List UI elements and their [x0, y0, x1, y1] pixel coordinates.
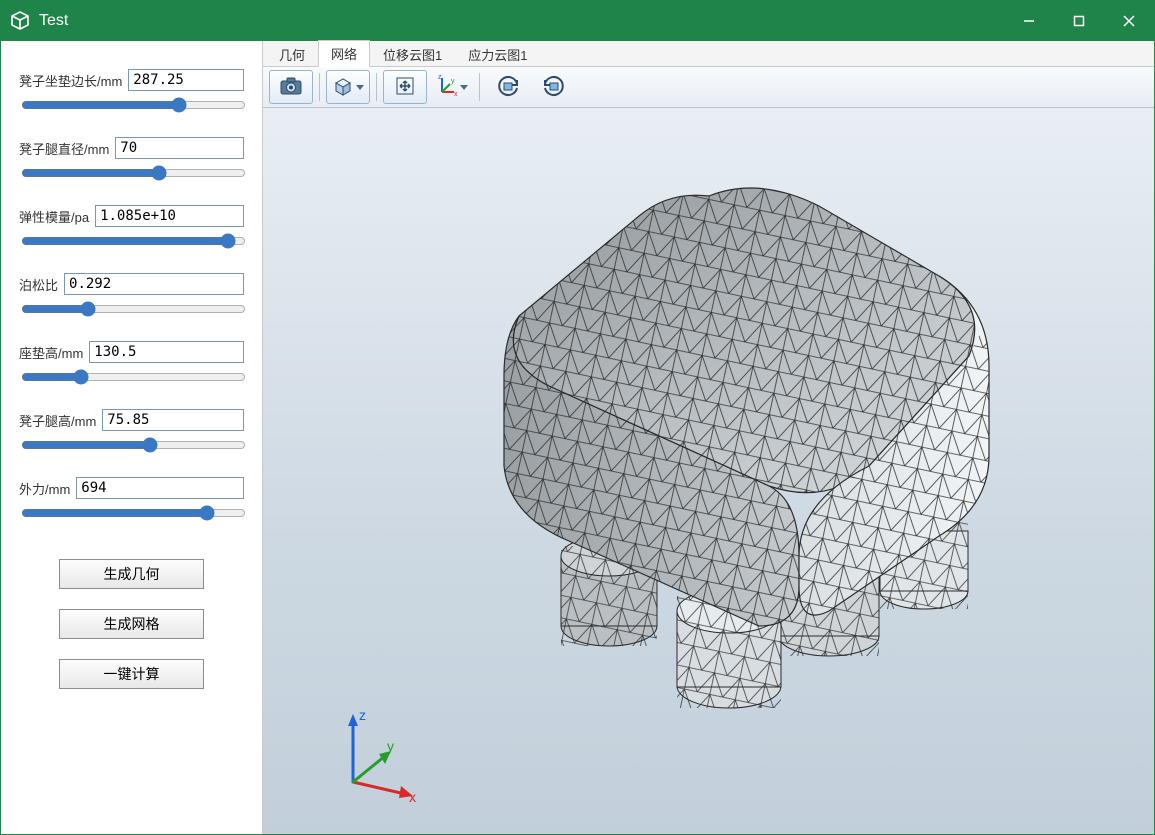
fit-icon: [395, 76, 415, 99]
main-area: 几何 网络 位移云图1 应力云图1: [263, 41, 1154, 834]
param-seat-height: 座垫高/mm: [19, 341, 244, 387]
param-leg-diameter: 凳子腿直径/mm: [19, 137, 244, 183]
window-title: Test: [39, 12, 68, 30]
param-label: 座垫高/mm: [19, 343, 83, 362]
3d-viewport[interactable]: z y x: [263, 108, 1154, 834]
mesh-model: [399, 156, 1019, 756]
titlebar: Test: [1, 1, 1154, 41]
param-poisson-ratio: 泊松比: [19, 273, 244, 319]
tab-stress[interactable]: 应力云图1: [455, 41, 540, 67]
view-cube-button[interactable]: [326, 70, 370, 104]
param-slider-elastic-modulus[interactable]: [21, 233, 246, 249]
app-window: Test 凳子坐垫边长/mm 凳子腿直径/mm: [0, 0, 1155, 835]
param-input-leg-height[interactable]: [102, 409, 244, 431]
axis-icon: z y x: [434, 74, 458, 101]
param-label: 弹性模量/pa: [19, 207, 89, 226]
minimize-button[interactable]: [1004, 1, 1054, 41]
viewport-toolbar: z y x: [263, 67, 1154, 108]
chevron-down-icon: [460, 85, 468, 90]
axis-triad-button[interactable]: z y x: [429, 70, 473, 104]
cube-icon: [332, 75, 354, 100]
param-seat-edge: 凳子坐垫边长/mm: [19, 69, 244, 115]
tab-displacement[interactable]: 位移云图1: [370, 41, 455, 67]
param-input-elastic-modulus[interactable]: [95, 205, 244, 227]
svg-text:x: x: [454, 91, 458, 98]
param-input-seat-edge[interactable]: [128, 69, 244, 91]
param-label: 泊松比: [19, 275, 58, 294]
svg-text:z: z: [438, 74, 442, 81]
rotate-ccw-button[interactable]: [486, 70, 530, 104]
svg-text:y: y: [451, 78, 455, 85]
param-elastic-modulus: 弹性模量/pa: [19, 205, 244, 251]
tab-bar: 几何 网络 位移云图1 应力云图1: [263, 41, 1154, 67]
param-label: 外力/mm: [19, 479, 70, 498]
param-slider-leg-diameter[interactable]: [21, 165, 246, 181]
app-icon: [9, 10, 31, 32]
chevron-down-icon: [356, 85, 364, 90]
param-label: 凳子坐垫边长/mm: [19, 71, 122, 90]
rotate-cw-icon: [541, 74, 567, 101]
camera-icon: [280, 77, 302, 98]
parameter-panel: 凳子坐垫边长/mm 凳子腿直径/mm 弹性模量/pa: [1, 41, 263, 834]
param-label: 凳子腿直径/mm: [19, 139, 109, 158]
param-force: 外力/mm: [19, 477, 244, 523]
param-leg-height: 凳子腿高/mm: [19, 409, 244, 455]
param-input-seat-height[interactable]: [89, 341, 244, 363]
screenshot-button[interactable]: [269, 70, 313, 104]
axis-y-label: y: [387, 738, 394, 754]
axis-triad: z y x: [323, 704, 423, 804]
compute-button[interactable]: 一键计算: [59, 659, 204, 689]
tab-mesh[interactable]: 网络: [318, 40, 370, 67]
fit-view-button[interactable]: [383, 70, 427, 104]
param-slider-leg-height[interactable]: [21, 437, 246, 453]
maximize-button[interactable]: [1054, 1, 1104, 41]
param-input-poisson-ratio[interactable]: [64, 273, 244, 295]
axis-z-label: z: [359, 707, 366, 723]
param-slider-seat-edge[interactable]: [21, 97, 246, 113]
param-input-leg-diameter[interactable]: [115, 137, 244, 159]
close-button[interactable]: [1104, 1, 1154, 41]
param-slider-poisson-ratio[interactable]: [21, 301, 246, 317]
tab-geometry[interactable]: 几何: [266, 41, 318, 67]
axis-x-label: x: [409, 789, 416, 804]
param-input-force[interactable]: [76, 477, 244, 499]
param-label: 凳子腿高/mm: [19, 411, 96, 430]
generate-mesh-button[interactable]: 生成网格: [59, 609, 204, 639]
generate-geometry-button[interactable]: 生成几何: [59, 559, 204, 589]
rotate-ccw-icon: [495, 74, 521, 101]
param-slider-seat-height[interactable]: [21, 369, 246, 385]
rotate-cw-button[interactable]: [532, 70, 576, 104]
param-slider-force[interactable]: [21, 505, 246, 521]
